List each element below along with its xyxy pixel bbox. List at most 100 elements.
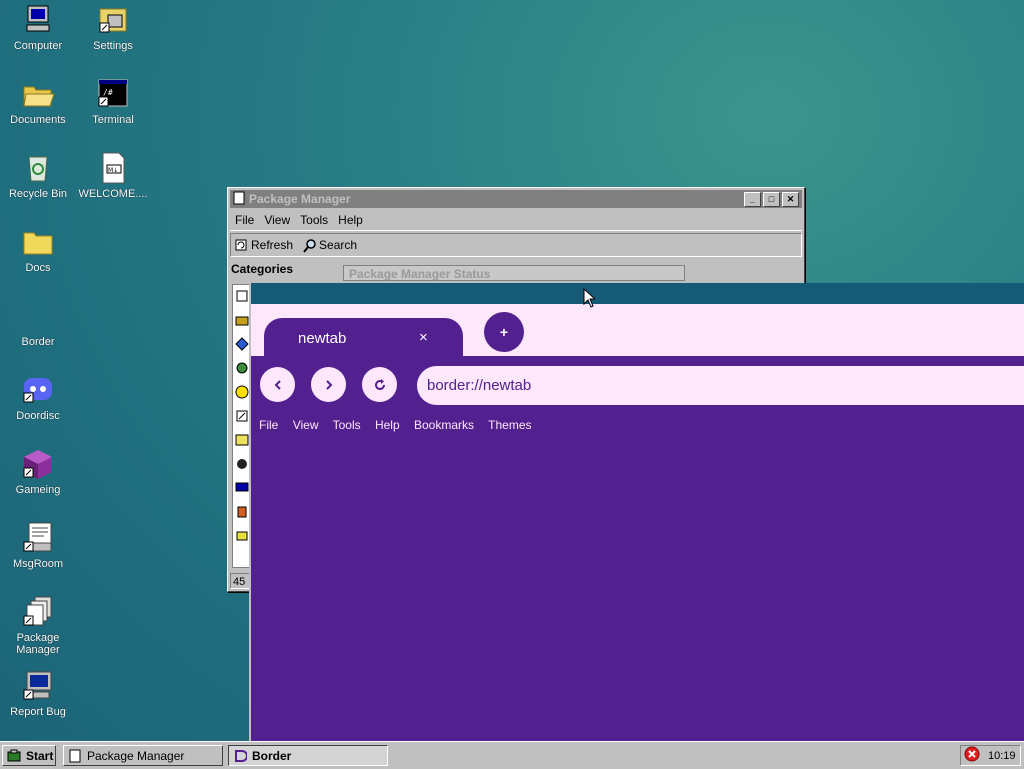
desktop-icon-label: Terminal bbox=[92, 114, 134, 126]
navigation-bar: border://newtab bbox=[251, 356, 1024, 418]
doordisc-icon bbox=[21, 373, 55, 407]
menu-view[interactable]: View bbox=[264, 213, 290, 227]
desktop-icon-welcome[interactable]: M↓ WELCOME.... bbox=[76, 151, 150, 200]
new-tab-button[interactable]: + bbox=[484, 312, 524, 352]
category-icon[interactable] bbox=[235, 361, 249, 375]
categories-heading: Categories bbox=[231, 262, 294, 276]
reload-button[interactable] bbox=[362, 367, 397, 402]
menu-tools[interactable]: Tools bbox=[300, 213, 328, 227]
desktop-icon-label: Gameing bbox=[15, 484, 61, 496]
document-icon: M↓ bbox=[96, 151, 130, 185]
category-icon[interactable] bbox=[235, 385, 249, 399]
desktop-icon-label: Package Manager bbox=[16, 632, 60, 656]
desktop-icon-terminal[interactable]: /# Terminal bbox=[76, 77, 150, 126]
category-icon[interactable] bbox=[235, 289, 249, 303]
desktop-icon-doordisc[interactable]: Doordisc bbox=[1, 373, 75, 422]
desktop-icon-settings[interactable]: Settings bbox=[76, 3, 150, 52]
desktop-icon-label: Doordisc bbox=[16, 410, 60, 422]
desktop-icon-label: Recycle Bin bbox=[8, 188, 68, 200]
desktop-icon-package-manager[interactable]: Package Manager bbox=[1, 595, 75, 656]
menubar: File View Tools Help bbox=[230, 210, 802, 231]
taskbar-item-label: Package Manager bbox=[87, 748, 185, 763]
msgroom-icon bbox=[21, 521, 55, 555]
desktop-icon-gameing[interactable]: Gameing bbox=[1, 447, 75, 496]
toolbar: Refresh Search bbox=[230, 233, 802, 257]
chevron-left-icon bbox=[274, 379, 281, 390]
menu-file[interactable]: File bbox=[235, 213, 254, 227]
start-button[interactable]: Start bbox=[2, 745, 56, 766]
tab-close-icon[interactable]: × bbox=[419, 329, 428, 346]
back-button[interactable] bbox=[260, 367, 295, 402]
system-tray: 10:19 bbox=[960, 745, 1021, 766]
taskbar-item-border[interactable]: Border bbox=[228, 745, 388, 766]
search-button[interactable]: Search bbox=[303, 238, 357, 253]
category-icon[interactable] bbox=[235, 505, 249, 519]
category-icon[interactable] bbox=[235, 457, 249, 471]
category-icon[interactable] bbox=[235, 529, 249, 543]
desktop-icon-msgroom[interactable]: MsgRoom bbox=[1, 521, 75, 570]
chevron-right-icon bbox=[325, 379, 332, 390]
desktop-icon-computer[interactable]: Computer bbox=[1, 3, 75, 52]
status-panel-title: Package Manager Status bbox=[343, 265, 685, 281]
desktop-icon-label: Settings bbox=[93, 40, 133, 52]
tab-newtab[interactable]: newtab × bbox=[264, 318, 463, 356]
menu-bookmarks[interactable]: Bookmarks bbox=[414, 418, 474, 432]
category-icon[interactable] bbox=[235, 409, 249, 423]
forward-button[interactable] bbox=[311, 367, 346, 402]
svg-text:M↓: M↓ bbox=[108, 167, 118, 174]
settings-folder-icon bbox=[96, 3, 130, 37]
refresh-icon bbox=[235, 239, 247, 251]
address-bar[interactable]: border://newtab bbox=[417, 366, 1024, 405]
desktop-icon-label: Border bbox=[21, 336, 55, 348]
menu-themes[interactable]: Themes bbox=[488, 418, 531, 432]
tab-bar: newtab × + bbox=[251, 304, 1024, 356]
search-icon bbox=[303, 239, 316, 253]
package-icon bbox=[68, 749, 82, 763]
error-icon[interactable] bbox=[964, 746, 980, 765]
window-titlebar[interactable] bbox=[251, 283, 1024, 304]
menu-help[interactable]: Help bbox=[338, 213, 363, 227]
desktop-icon-label: Computer bbox=[13, 40, 63, 52]
mouse-cursor-icon bbox=[583, 287, 597, 311]
refresh-button[interactable]: Refresh bbox=[235, 238, 293, 252]
desktop-icon-border[interactable]: Border bbox=[1, 299, 75, 348]
desktop-icon-documents[interactable]: Documents bbox=[1, 77, 75, 126]
border-browser-window[interactable]: newtab × + border://newtab File View Too… bbox=[249, 283, 1024, 741]
menu-tools[interactable]: Tools bbox=[333, 418, 361, 432]
refresh-label: Refresh bbox=[251, 238, 294, 252]
category-icon[interactable] bbox=[235, 313, 249, 327]
category-icon[interactable] bbox=[235, 433, 249, 447]
menu-file[interactable]: File bbox=[259, 418, 278, 432]
report-bug-icon bbox=[21, 669, 55, 703]
desktop-icon-label: WELCOME.... bbox=[78, 188, 148, 200]
desktop-icon-label: Documents bbox=[10, 114, 66, 126]
desktop-icon-label: Report Bug bbox=[10, 706, 66, 718]
border-app-icon bbox=[21, 299, 55, 333]
desktop-icon-report-bug[interactable]: Report Bug bbox=[1, 669, 75, 718]
menu-view[interactable]: View bbox=[293, 418, 319, 432]
category-icon[interactable] bbox=[235, 337, 249, 351]
menu-help[interactable]: Help bbox=[375, 418, 400, 432]
folder-open-icon bbox=[21, 77, 55, 111]
computer-icon bbox=[21, 3, 55, 37]
tab-label: newtab bbox=[298, 330, 347, 347]
taskbar: Start Package Manager Border 10:19 bbox=[0, 741, 1024, 769]
maximize-button[interactable]: □ bbox=[763, 191, 780, 207]
minimize-button[interactable]: _ bbox=[744, 191, 761, 207]
reload-icon bbox=[374, 378, 385, 390]
folder-icon bbox=[21, 225, 55, 259]
package-icon bbox=[233, 191, 245, 208]
start-label: Start bbox=[26, 748, 54, 763]
desktop-icon-label: Docs bbox=[25, 262, 51, 274]
desktop-icon-docs[interactable]: Docs bbox=[1, 225, 75, 274]
desktop-icon-recycle-bin[interactable]: Recycle Bin bbox=[1, 151, 75, 200]
border-browser-icon bbox=[233, 749, 248, 763]
category-icon[interactable] bbox=[235, 481, 249, 495]
taskbar-item-package-manager[interactable]: Package Manager bbox=[63, 745, 223, 766]
svg-text:/#: /# bbox=[103, 88, 113, 97]
window-titlebar[interactable]: Package Manager _ □ ✕ bbox=[230, 190, 802, 208]
package-manager-icon bbox=[21, 595, 55, 629]
close-button[interactable]: ✕ bbox=[782, 191, 799, 207]
clock: 10:19 bbox=[988, 749, 1016, 762]
start-icon bbox=[7, 749, 21, 763]
